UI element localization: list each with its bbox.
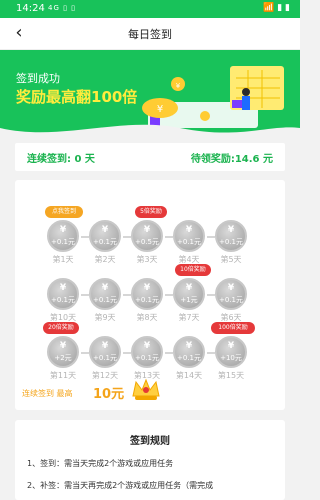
- tag-click-checkin[interactable]: 点我签到: [45, 206, 83, 218]
- coin-icon[interactable]: ¥ +0.1元: [173, 336, 205, 368]
- day-label: 第12天: [91, 371, 119, 380]
- streak-days: 连续签到: 0 天: [27, 154, 95, 165]
- day-label: 第3天: [136, 255, 158, 264]
- connector: [165, 236, 173, 238]
- svg-text:¥: ¥: [176, 82, 181, 90]
- streak-label: 连续签到 最高: [22, 389, 73, 398]
- coin-amount: +0.1元: [51, 238, 75, 246]
- coin-icon[interactable]: ¥ +0.1元: [47, 220, 79, 252]
- tag-10x: 10倍奖励: [175, 264, 211, 276]
- page-title: 每日签到: [128, 28, 172, 41]
- hero-banner: ¥ ¥ 签到成功 奖励最高翻100倍: [0, 50, 300, 140]
- tag-100x: 100倍奖励: [211, 322, 255, 334]
- streak-max-value: 10元: [93, 387, 125, 402]
- banner-subtitle: 奖励最高翻100倍: [16, 88, 138, 106]
- crown-icon: [132, 378, 160, 400]
- banner-title: 签到成功: [16, 72, 60, 85]
- coin-amount: +0.1元: [219, 296, 243, 304]
- coin-amount: +0.1元: [135, 354, 159, 362]
- connector: [207, 236, 215, 238]
- coin-icon[interactable]: ¥ +0.1元: [215, 220, 247, 252]
- coin-icon[interactable]: ¥ +10元: [215, 336, 247, 368]
- day-label: 第7天: [178, 313, 200, 322]
- coin-icon[interactable]: ¥ +0.1元: [89, 336, 121, 368]
- coin-icon[interactable]: ¥ +0.1元: [131, 336, 163, 368]
- coin-icon[interactable]: ¥ +0.5元: [131, 220, 163, 252]
- coin-icon[interactable]: ¥ +0.1元: [47, 278, 79, 310]
- coin-amount: +2元: [54, 354, 72, 362]
- coin-icon[interactable]: ¥ +1元: [173, 278, 205, 310]
- connector: [81, 236, 89, 238]
- pending-reward: 待领奖励:14.6 元: [190, 154, 273, 165]
- day-label: 第9天: [94, 313, 116, 322]
- nav-bar: ‹ 每日签到: [0, 18, 300, 50]
- day-label: 第15天: [217, 371, 245, 380]
- coin-amount: +1元: [180, 296, 198, 304]
- connector: [165, 352, 173, 354]
- connector: [207, 294, 215, 296]
- rules-section: 签到规则 1、签到：需当天完成2个游戏或应用任务 2、补签：需当天再完成2个游戏…: [15, 420, 285, 500]
- status-time: 14:24: [16, 3, 45, 14]
- coin-amount: +0.1元: [93, 238, 117, 246]
- coin-amount: +0.5元: [135, 238, 159, 246]
- coin-icon[interactable]: ¥ +2元: [47, 336, 79, 368]
- coin-amount: +0.1元: [93, 354, 117, 362]
- day-label: 第8天: [136, 313, 158, 322]
- coin-amount: +0.1元: [51, 296, 75, 304]
- status-bar: 14:24 4G ▯ ▯ 📶 ▮ ▮: [0, 0, 300, 18]
- coin-icon[interactable]: ¥ +0.1元: [215, 278, 247, 310]
- rules-item-2: 2、补签：需当天再完成2个游戏或应用任务（需完成: [27, 481, 214, 490]
- connector: [123, 236, 131, 238]
- coin-icon[interactable]: ¥ +0.1元: [173, 220, 205, 252]
- connector: [123, 294, 131, 296]
- summary-bar: 连续签到: 0 天 待领奖励:14.6 元: [15, 143, 285, 171]
- connector: [81, 352, 89, 354]
- tag-20x: 20倍奖励: [43, 322, 79, 334]
- coin-amount: +0.1元: [135, 296, 159, 304]
- rules-heading: 签到规则: [130, 436, 170, 447]
- day-label: 第14天: [175, 371, 203, 380]
- coin-amount: +0.1元: [177, 238, 201, 246]
- day-label: 第11天: [49, 371, 77, 380]
- status-left-indicators: 4G ▯ ▯: [48, 4, 77, 12]
- rules-item-1: 1、签到：需当天完成2个游戏或应用任务: [27, 459, 174, 468]
- connector: [123, 352, 131, 354]
- tag-5x: 5倍奖励: [135, 206, 167, 218]
- connector: [81, 294, 89, 296]
- coin-icon[interactable]: ¥ +0.1元: [89, 278, 121, 310]
- day-label: 第2天: [94, 255, 116, 264]
- coin-amount: +0.1元: [219, 238, 243, 246]
- status-right-indicators: 📶 ▮ ▮: [263, 3, 290, 13]
- coin-icon[interactable]: ¥ +0.1元: [131, 278, 163, 310]
- coin-icon[interactable]: ¥ +0.1元: [89, 220, 121, 252]
- coin-amount: +10元: [220, 354, 242, 362]
- svg-text:¥: ¥: [157, 104, 163, 115]
- day-label: 第5天: [220, 255, 242, 264]
- coin-amount: +0.1元: [177, 354, 201, 362]
- day-label: 第1天: [52, 255, 74, 264]
- connector: [165, 294, 173, 296]
- connector: [207, 352, 215, 354]
- coin-amount: +0.1元: [93, 296, 117, 304]
